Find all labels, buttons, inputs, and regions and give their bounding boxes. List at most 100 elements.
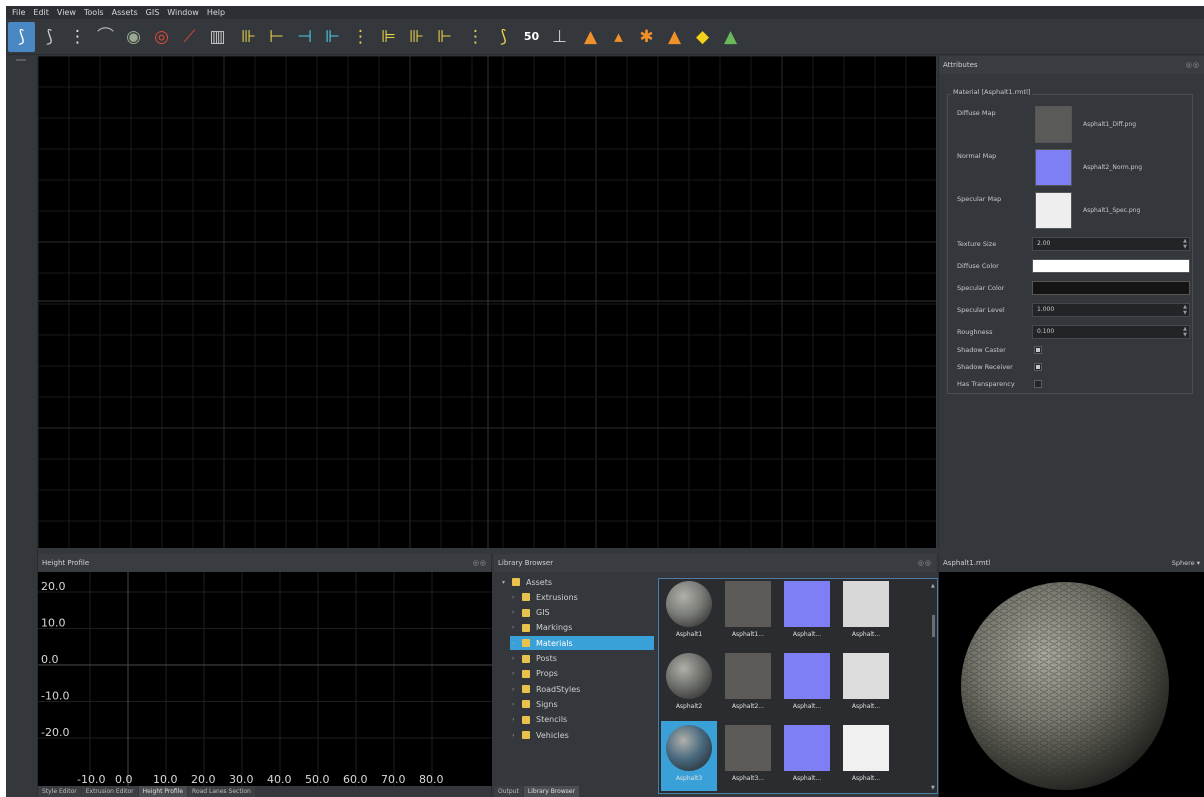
collapse-arrow-icon[interactable]: › bbox=[512, 716, 522, 723]
asset-tile[interactable]: Asphalt... bbox=[779, 649, 835, 719]
terrain-flat-button[interactable]: ⊥ bbox=[546, 22, 573, 52]
tree-item-props[interactable]: › Props bbox=[510, 667, 654, 681]
collapse-arrow-icon[interactable]: › bbox=[512, 655, 522, 662]
speed-sign-button[interactable]: 50 bbox=[518, 22, 545, 52]
lane-add-button[interactable]: ⊪ bbox=[235, 22, 262, 52]
expand-arrow-icon[interactable]: ▾ bbox=[502, 579, 512, 586]
height-profile-chart[interactable]: 20.0 10.0 0.0 -10.0 -20.0 -10.0 0.0 10.0 20.0 30.… bbox=[38, 572, 492, 786]
asset-tile[interactable]: Asphalt... bbox=[779, 577, 835, 647]
collapse-arrow-icon[interactable]: › bbox=[512, 609, 522, 616]
collapse-arrow-icon[interactable]: › bbox=[512, 686, 522, 693]
menu-gis[interactable]: GIS bbox=[142, 6, 164, 19]
spinner-arrows-icon[interactable]: ▲ ▼ bbox=[1183, 238, 1187, 250]
roughness-field[interactable]: 0.100 ▲ ▼ bbox=[1032, 325, 1190, 339]
menu-view[interactable]: View bbox=[53, 6, 80, 19]
tab-output[interactable]: Output bbox=[494, 786, 523, 797]
road-sign-button[interactable]: ◆ bbox=[689, 22, 716, 52]
cone-button[interactable]: ▲ bbox=[577, 22, 604, 52]
map-thumbnail[interactable] bbox=[1035, 149, 1072, 186]
menu-help[interactable]: Help bbox=[203, 6, 229, 19]
tree-item-assets[interactable]: ▾ Assets bbox=[500, 575, 654, 589]
tab-library-browser[interactable]: Library Browser bbox=[523, 786, 580, 797]
dock-handle[interactable] bbox=[16, 59, 26, 61]
lane-marking-3-button[interactable]: ⊪ bbox=[403, 22, 430, 52]
tree-item-stencils[interactable]: › Stencils bbox=[510, 713, 654, 727]
scroll-down-arrow[interactable]: ▼ bbox=[931, 785, 936, 791]
asset-tile[interactable]: Asphalt... bbox=[779, 721, 835, 791]
collapse-arrow-icon[interactable]: › bbox=[512, 624, 522, 631]
road-curve-button[interactable]: ⟆ bbox=[36, 22, 63, 52]
collapse-arrow-icon[interactable]: › bbox=[512, 701, 522, 708]
tab-style-editor[interactable]: Style Editor bbox=[38, 786, 81, 797]
scroll-up-arrow[interactable]: ▲ bbox=[931, 583, 936, 589]
asset-tile[interactable]: Asphalt... bbox=[838, 577, 894, 647]
panel-float-close-icons[interactable]: ◎◎ bbox=[1186, 61, 1200, 69]
asset-tile[interactable]: Asphalt2 bbox=[661, 649, 717, 719]
lane-width-button[interactable]: ⊢ bbox=[263, 22, 290, 52]
collapse-arrow-icon[interactable]: › bbox=[512, 732, 522, 739]
shadow-caster-checkbox[interactable] bbox=[1034, 346, 1042, 354]
tree-item-roadstyles[interactable]: › RoadStyles bbox=[510, 682, 654, 696]
crossing-button[interactable]: ⋮ bbox=[462, 22, 489, 52]
texture-size-field[interactable]: 2.00 ▲ ▼ bbox=[1032, 237, 1190, 251]
spinner-arrows-icon[interactable]: ▲ ▼ bbox=[1183, 304, 1187, 316]
menu-window[interactable]: Window bbox=[163, 6, 203, 19]
lane-merge-button[interactable]: ⊩ bbox=[319, 22, 346, 52]
asset-tile[interactable]: Asphalt... bbox=[838, 721, 894, 791]
specular-level-field[interactable]: 1.000 ▲ ▼ bbox=[1032, 303, 1190, 317]
menu-edit[interactable]: Edit bbox=[29, 6, 53, 19]
tree-item-materials[interactable]: › Materials bbox=[510, 636, 654, 651]
lane-marking-4-button[interactable]: ⊩ bbox=[431, 22, 458, 52]
collapse-arrow-icon[interactable]: › bbox=[512, 640, 522, 647]
asset-tile[interactable]: Asphalt... bbox=[838, 649, 894, 719]
tab-road-lanes-section[interactable]: Road Lanes Section bbox=[188, 786, 255, 797]
shadow-receiver-checkbox[interactable] bbox=[1034, 363, 1042, 371]
sphere-preview[interactable] bbox=[939, 572, 1204, 797]
map-thumbnail[interactable] bbox=[1035, 106, 1072, 143]
junction-button[interactable]: ◎ bbox=[148, 22, 175, 52]
tree-item-markings[interactable]: › Markings bbox=[510, 621, 654, 635]
collapse-arrow-icon[interactable]: › bbox=[512, 594, 522, 601]
asset-tile[interactable]: Asphalt3... bbox=[720, 721, 776, 791]
collapse-arrow-icon[interactable]: › bbox=[512, 670, 522, 677]
cones-button[interactable]: ▴ bbox=[605, 22, 632, 52]
asset-tile[interactable]: Asphalt1... bbox=[720, 577, 776, 647]
building-button[interactable]: ▥ bbox=[204, 22, 231, 52]
roundabout-button[interactable]: ◉ bbox=[120, 22, 147, 52]
lane-marking-2-button[interactable]: ⊫ bbox=[375, 22, 402, 52]
spinner-arrows-icon[interactable]: ▲ ▼ bbox=[1183, 326, 1187, 338]
barrier-button[interactable]: ✱ bbox=[633, 22, 660, 52]
diffuse-color-field[interactable] bbox=[1032, 259, 1190, 273]
scroll-thumb[interactable] bbox=[932, 615, 935, 637]
panel-float-close-icons[interactable]: ◎◎ bbox=[473, 559, 487, 567]
fence-button[interactable]: ▲ bbox=[661, 22, 688, 52]
preview-mode-dropdown[interactable]: Sphere ▾ bbox=[1172, 559, 1200, 567]
tree-item-posts[interactable]: › Posts bbox=[510, 652, 654, 666]
tab-extrusion-editor[interactable]: Extrusion Editor bbox=[81, 786, 138, 797]
scene-viewport[interactable] bbox=[38, 56, 936, 548]
menu-tools[interactable]: Tools bbox=[80, 6, 108, 19]
asset-tile[interactable]: Asphalt1 bbox=[661, 577, 717, 647]
asset-tile[interactable]: Asphalt2... bbox=[720, 649, 776, 719]
terrain-button[interactable]: ▲ bbox=[717, 22, 744, 52]
tab-height-profile[interactable]: Height Profile bbox=[138, 786, 188, 797]
menu-file[interactable]: File bbox=[8, 6, 29, 19]
tree-item-extrusions[interactable]: › Extrusions bbox=[510, 590, 654, 604]
asset-tile[interactable]: Asphalt3 bbox=[661, 721, 717, 791]
lane-marking-button[interactable]: ⋮ bbox=[347, 22, 374, 52]
map-thumbnail[interactable] bbox=[1035, 192, 1072, 229]
tree-item-vehicles[interactable]: › Vehicles bbox=[510, 728, 654, 742]
road-tool-button[interactable]: ⟆ bbox=[8, 21, 35, 52]
tree-item-signs[interactable]: › Signs bbox=[510, 697, 654, 711]
specular-color-field[interactable] bbox=[1032, 281, 1190, 295]
menu-assets[interactable]: Assets bbox=[108, 6, 142, 19]
ramp-button[interactable]: ⟋ bbox=[176, 22, 203, 52]
lane-divider-button[interactable]: ⋮ bbox=[64, 22, 91, 52]
lane-split-button[interactable]: ⊣ bbox=[291, 22, 318, 52]
panel-float-close-icons[interactable]: ◎◎ bbox=[918, 559, 932, 567]
path-button[interactable]: ⟆ bbox=[490, 22, 517, 52]
bridge-button[interactable]: ⌒ bbox=[92, 22, 119, 52]
tree-item-gis[interactable]: › GIS bbox=[510, 606, 654, 620]
has-transparency-checkbox[interactable] bbox=[1034, 380, 1042, 388]
library-scrollbar[interactable]: ▲ ▼ bbox=[931, 583, 936, 791]
